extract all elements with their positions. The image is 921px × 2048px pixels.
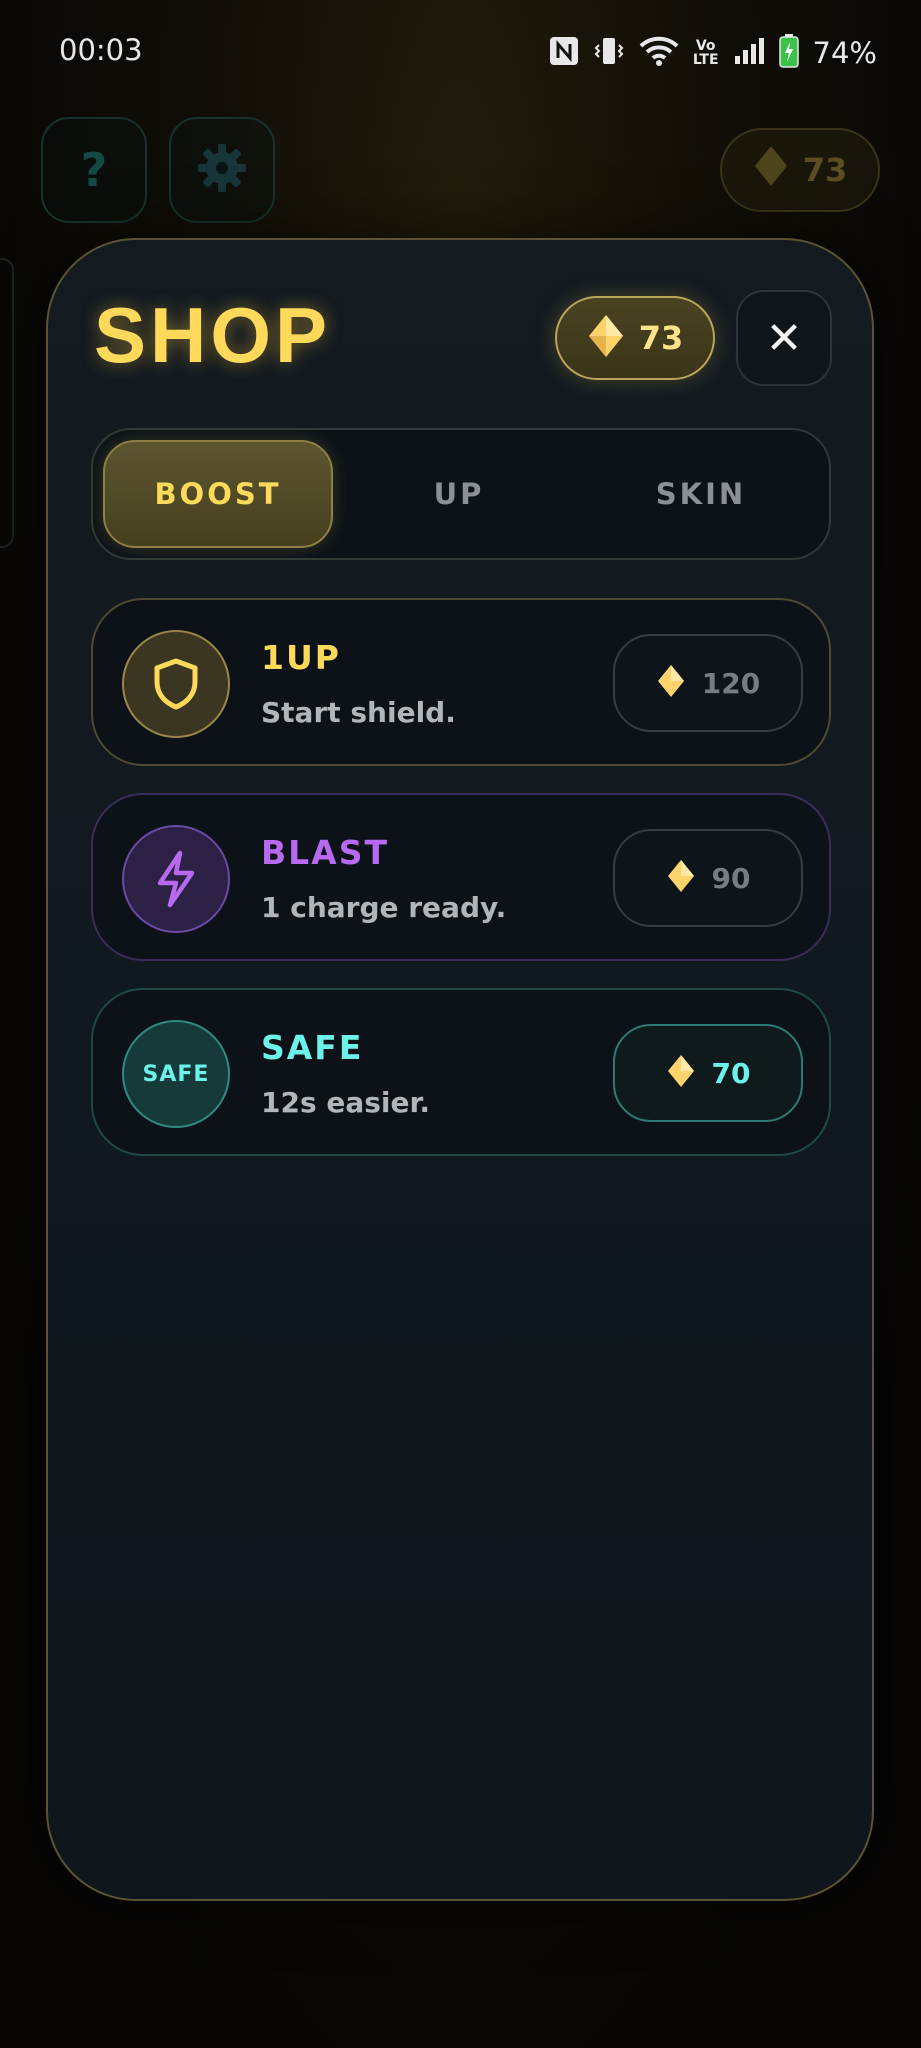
signal-icon xyxy=(733,36,765,70)
lightning-icon xyxy=(122,825,230,933)
item-name: 1UP xyxy=(261,638,341,677)
help-icon: ? xyxy=(80,143,108,197)
close-button[interactable]: ✕ xyxy=(736,290,832,386)
shop-tabs: BOOST UP SKIN xyxy=(91,428,831,560)
shop-modal: SHOP 73 ✕ BOOST UP SKIN 1UP Start shield… xyxy=(46,238,874,1901)
item-price: 90 xyxy=(711,861,751,895)
gem-icon xyxy=(753,144,789,196)
status-time: 00:03 xyxy=(59,33,143,67)
settings-button[interactable] xyxy=(169,117,275,223)
battery-charging-icon xyxy=(778,34,799,72)
item-name: BLAST xyxy=(261,833,389,872)
item-name: SAFE xyxy=(261,1028,364,1067)
gem-icon xyxy=(587,313,625,363)
wifi-icon xyxy=(639,35,679,71)
status-icons: Vo LTE 74% xyxy=(549,34,877,72)
gem-icon xyxy=(656,663,686,703)
item-description: 12s easier. xyxy=(261,1086,430,1119)
help-button[interactable]: ? xyxy=(41,117,147,223)
buy-safe-button[interactable]: 70 xyxy=(613,1024,803,1122)
buy-blast-button[interactable]: 90 xyxy=(613,829,803,927)
tab-skin[interactable]: SKIN xyxy=(591,440,811,548)
safe-badge-text: SAFE xyxy=(142,1061,210,1087)
tab-up[interactable]: UP xyxy=(349,440,569,548)
hud-gem-count: 73 xyxy=(802,151,848,189)
item-description: Start shield. xyxy=(261,696,456,729)
nfc-icon xyxy=(549,36,579,70)
vibrate-icon xyxy=(593,35,625,71)
side-panel-edge xyxy=(0,258,14,548)
shop-item-safe: SAFE SAFE 12s easier. 70 xyxy=(91,988,831,1156)
item-price: 120 xyxy=(701,666,761,700)
battery-percent: 74% xyxy=(812,36,877,70)
gear-icon xyxy=(195,141,249,199)
item-description: 1 charge ready. xyxy=(261,891,507,924)
volte-icon: Vo LTE xyxy=(692,38,719,68)
buy-1up-button[interactable]: 120 xyxy=(613,634,803,732)
shield-icon xyxy=(122,630,230,738)
hud-gem-counter: 73 xyxy=(720,128,880,212)
shop-gem-counter: 73 xyxy=(555,296,715,380)
shop-gem-count: 73 xyxy=(638,319,684,357)
close-icon: ✕ xyxy=(765,312,803,364)
safe-badge-icon: SAFE xyxy=(122,1020,230,1128)
status-bar: 00:03 Vo LTE 74% xyxy=(0,0,921,104)
gem-icon xyxy=(666,858,696,898)
tab-boost[interactable]: BOOST xyxy=(103,440,333,548)
shop-item-1up: 1UP Start shield. 120 xyxy=(91,598,831,766)
shop-item-blast: BLAST 1 charge ready. 90 xyxy=(91,793,831,961)
item-price: 70 xyxy=(711,1056,751,1090)
shop-title: SHOP xyxy=(94,291,332,379)
gem-icon xyxy=(666,1053,696,1093)
